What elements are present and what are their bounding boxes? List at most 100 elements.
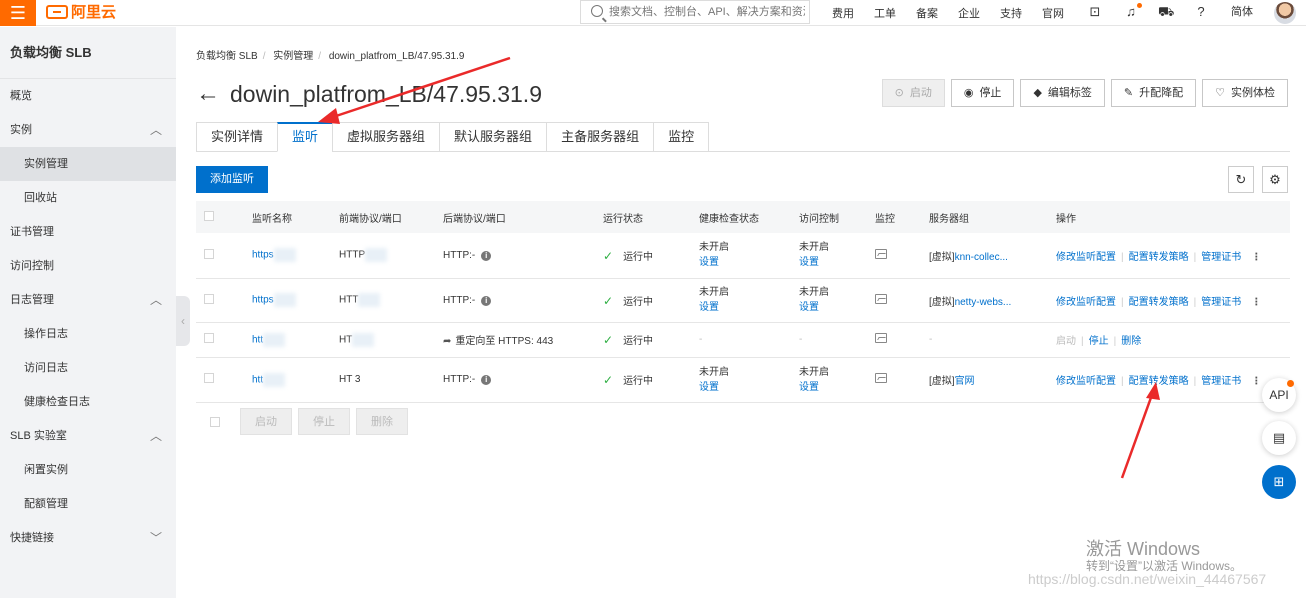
bulk-stop-button[interactable]: 停止	[298, 408, 350, 435]
server-group-link[interactable]: 官网	[955, 376, 975, 387]
more-icon[interactable]: ⋮	[1251, 252, 1261, 263]
row-checkbox[interactable]	[204, 333, 214, 343]
manage-cert-link[interactable]: 管理证书	[1201, 376, 1241, 387]
avatar[interactable]	[1274, 2, 1296, 24]
acl-settings-link[interactable]: 设置	[799, 380, 867, 395]
modify-listener-link[interactable]: 修改监听配置	[1056, 376, 1116, 387]
sidebar-item-slb-lab[interactable]: SLB 实验室 ︿	[0, 419, 176, 453]
info-icon[interactable]: i	[481, 295, 492, 306]
sidebar-item-label: 访问控制	[10, 260, 54, 272]
breadcrumb-slb[interactable]: 负载均衡 SLB	[196, 51, 258, 62]
sidebar-collapse-handle[interactable]: ‹	[176, 296, 190, 346]
row-checkbox[interactable]	[204, 293, 214, 304]
apps-icon[interactable]: ⊞	[1262, 465, 1296, 499]
sidebar-item-recycle-bin[interactable]: 回收站	[0, 181, 176, 215]
sidebar-item-idle-instances[interactable]: 闲置实例	[0, 453, 176, 487]
monitor-chart-icon[interactable]	[875, 333, 887, 343]
help-icon[interactable]: ?	[1193, 4, 1209, 20]
search-input[interactable]	[609, 3, 805, 21]
tab-default-servers[interactable]: 默认服务器组	[439, 122, 547, 152]
monitor-chart-icon[interactable]	[875, 373, 887, 383]
delete-listener-link[interactable]: 删除	[1121, 336, 1141, 347]
breadcrumb-instances[interactable]: 实例管理	[273, 51, 313, 62]
modify-listener-link[interactable]: 修改监听配置	[1056, 252, 1116, 263]
row-checkbox[interactable]	[204, 373, 214, 383]
tab-monitoring[interactable]: 监控	[653, 122, 710, 152]
nav-fees[interactable]: 费用	[832, 5, 854, 21]
listener-name-link[interactable]: https	[252, 295, 274, 306]
listener-name-link[interactable]: htt	[252, 334, 263, 345]
refresh-icon[interactable]: ↻	[1228, 166, 1254, 193]
back-arrow-icon[interactable]: ←	[196, 80, 220, 108]
health-status: 未开启	[699, 242, 729, 254]
language-switch[interactable]: 简体	[1228, 4, 1256, 20]
modify-listener-link[interactable]: 修改监听配置	[1056, 297, 1116, 308]
logo-text: 阿里云	[71, 4, 117, 21]
acl-settings-link[interactable]: 设置	[799, 255, 867, 270]
global-search[interactable]	[580, 0, 810, 24]
manage-cert-link[interactable]: 管理证书	[1201, 297, 1241, 308]
health-settings-link[interactable]: 设置	[699, 255, 791, 270]
health-settings-link[interactable]: 设置	[699, 380, 791, 395]
bulk-start-button[interactable]: 启动	[240, 408, 292, 435]
tab-vserver-groups[interactable]: 虚拟服务器组	[332, 122, 440, 152]
bulk-delete-button[interactable]: 删除	[356, 408, 408, 435]
start-button[interactable]: ⊙ 启动	[881, 79, 945, 107]
sidebar-item-instances[interactable]: 实例 ︿	[0, 113, 176, 147]
stop-button[interactable]: ◉ 停止	[950, 79, 1015, 107]
sidebar-item-overview[interactable]: 概览	[0, 79, 176, 113]
status-text: 运行中	[623, 376, 654, 387]
resize-button[interactable]: ✎ 升配降配	[1110, 79, 1197, 107]
nav-support[interactable]: 支持	[1000, 5, 1022, 21]
manage-cert-link[interactable]: 管理证书	[1201, 252, 1241, 263]
tab-listeners[interactable]: 监听	[277, 122, 333, 152]
stop-listener-link[interactable]: 停止	[1089, 336, 1109, 347]
chat-icon[interactable]: ▤	[1262, 421, 1296, 455]
edit-tags-button[interactable]: ◆ 编辑标签	[1020, 79, 1105, 107]
bulk-select-checkbox[interactable]	[210, 416, 220, 427]
sidebar-item-instance-management[interactable]: 实例管理	[0, 147, 176, 181]
aliyun-logo[interactable]: 阿里云	[46, 3, 116, 23]
sidebar-item-certificates[interactable]: 证书管理	[0, 215, 176, 249]
forwarding-policy-link[interactable]: 配置转发策略	[1129, 252, 1189, 263]
listener-name-link[interactable]: https	[252, 250, 274, 261]
status-text: 运行中	[623, 336, 654, 347]
more-icon[interactable]: ⋮	[1251, 376, 1261, 387]
nav-enterprise[interactable]: 企业	[958, 5, 980, 21]
terminal-icon[interactable]: ⊡	[1087, 4, 1103, 20]
forwarding-policy-link[interactable]: 配置转发策略	[1129, 376, 1189, 387]
monitor-chart-icon[interactable]	[875, 248, 887, 259]
info-icon[interactable]: i	[481, 375, 492, 385]
tab-master-slave[interactable]: 主备服务器组	[546, 122, 654, 152]
sidebar-item-quick-links[interactable]: 快捷链接 ﹀	[0, 521, 176, 555]
sidebar-item-health-logs[interactable]: 健康检查日志	[0, 385, 176, 419]
sidebar-item-access-logs[interactable]: 访问日志	[0, 351, 176, 385]
server-group-link[interactable]: netty-webs...	[955, 297, 1012, 308]
acl-settings-link[interactable]: 设置	[799, 300, 867, 315]
tab-instance-details[interactable]: 实例详情	[196, 122, 278, 152]
select-all-checkbox[interactable]	[204, 210, 214, 221]
listener-name-link[interactable]: htt	[252, 374, 263, 385]
forwarding-policy-link[interactable]: 配置转发策略	[1129, 297, 1189, 308]
start-listener-link[interactable]: 启动	[1056, 336, 1076, 347]
sidebar-item-label: 访问日志	[24, 362, 68, 374]
server-group-link[interactable]: knn-collec...	[955, 252, 1008, 263]
nav-website[interactable]: 官网	[1042, 5, 1064, 21]
sidebar-item-operation-logs[interactable]: 操作日志	[0, 317, 176, 351]
add-listener-button[interactable]: 添加监听	[196, 166, 268, 193]
sidebar-item-quota[interactable]: 配额管理	[0, 487, 176, 521]
settings-gear-icon[interactable]: ⚙	[1262, 166, 1288, 193]
row-checkbox[interactable]	[204, 248, 214, 259]
col-name: 监听名称	[244, 201, 331, 233]
more-icon[interactable]: ⋮	[1251, 297, 1261, 308]
monitor-chart-icon[interactable]	[875, 293, 887, 304]
sidebar-item-access-control[interactable]: 访问控制	[0, 249, 176, 283]
health-settings-link[interactable]: 设置	[699, 300, 791, 315]
nav-tickets[interactable]: 工单	[874, 5, 896, 21]
hamburger-icon[interactable]: ☰	[0, 0, 36, 26]
sidebar-item-logs[interactable]: 日志管理 ︿	[0, 283, 176, 317]
cart-icon[interactable]: ⛟	[1158, 4, 1174, 20]
info-icon[interactable]: i	[481, 250, 492, 261]
nav-icp[interactable]: 备案	[916, 5, 938, 21]
health-check-button[interactable]: ♡ 实例体检	[1202, 79, 1288, 107]
